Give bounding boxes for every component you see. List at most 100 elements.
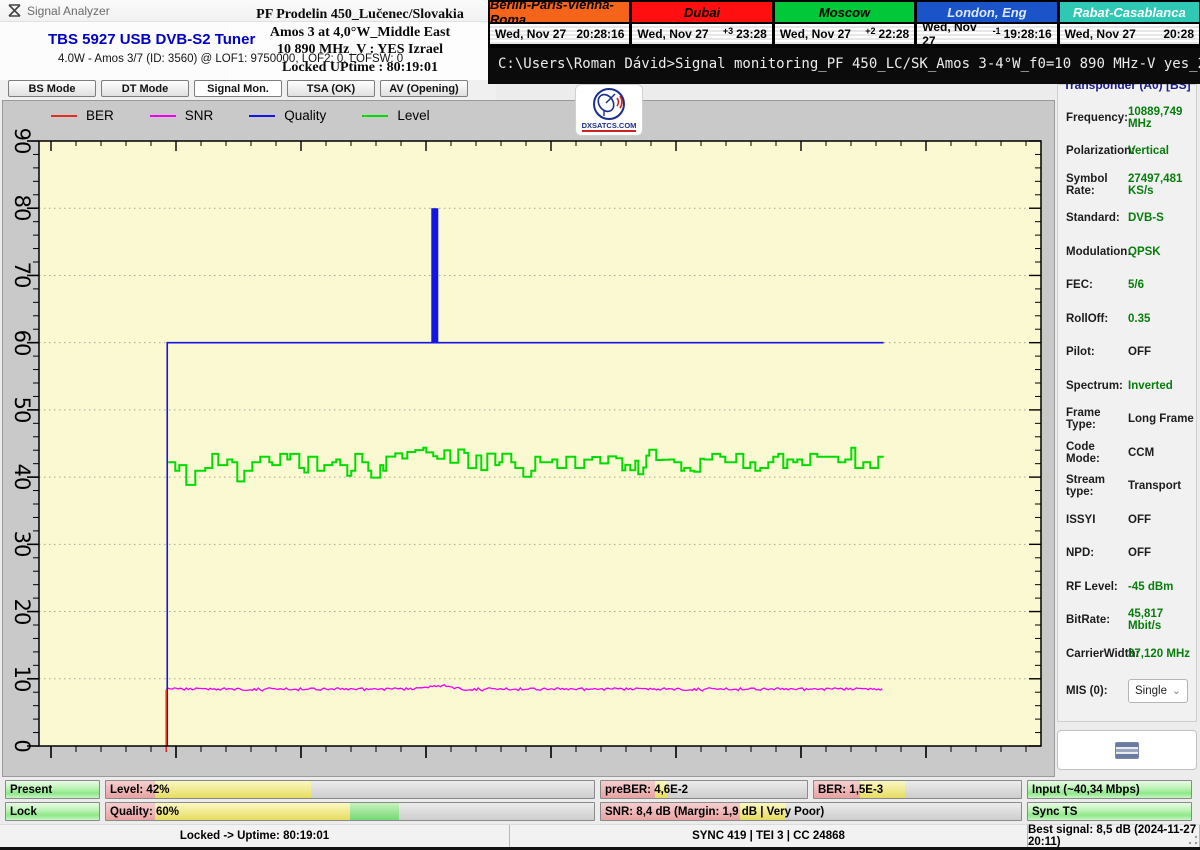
transponder-row-frequency: Frequency:10889,749 MHz [1066, 101, 1194, 135]
param-label: Spectrum: [1066, 380, 1128, 392]
transponder-row-npd: NPD:OFF [1066, 537, 1194, 571]
clock-dubai: DubaiWed, Nov 27+323:28 [630, 0, 772, 48]
resize-grip[interactable] [1188, 835, 1198, 845]
param-label: Polarization: [1066, 145, 1128, 157]
clock-time-value: +222:28 [865, 27, 909, 41]
legend-item-quality: Quality [249, 108, 326, 123]
param-value: DVB-S [1128, 212, 1164, 224]
status-lock-uptime: Locked -> Uptime: 80:19:01 [0, 825, 510, 847]
param-label: Standard: [1066, 212, 1128, 224]
world-clocks: Berlin-Paris-Vienna-RomaWed, Nov 2720:28… [488, 0, 1200, 48]
stream-info-button[interactable] [1057, 730, 1197, 770]
param-value: OFF [1128, 547, 1151, 559]
param-label: Pilot: [1066, 346, 1128, 358]
clock-london-eng: London, EngWed, Nov 27-119:28:16 [915, 0, 1057, 48]
indicator-input-40-34-mbps: Input (~40,34 Mbps) [1027, 780, 1192, 799]
clock-date: Wed, Nov 27 [922, 20, 992, 48]
clock-city-label: Dubai [632, 2, 771, 24]
y-tick-40: 40 [11, 462, 33, 492]
dxsatcs-logo: DXSATCS.COM [575, 84, 643, 136]
status-best-signal: Best signal: 8,5 dB (2024-11-27 20:11) [1028, 825, 1200, 847]
y-tick-30: 30 [11, 529, 33, 559]
signal-chart [3, 101, 1054, 776]
transponder-row-fec: FEC:5/6 [1066, 269, 1194, 303]
param-label: ISSYI [1066, 514, 1128, 526]
param-value: -45 dBm [1128, 581, 1173, 593]
tab-signal-mon[interactable]: Signal Mon. [194, 80, 282, 97]
param-value: OFF [1128, 514, 1151, 526]
transponder-row-stream-type: Stream type:Transport [1066, 470, 1194, 504]
param-label: Frequency: [1066, 112, 1128, 124]
mis-label: MIS (0): [1066, 685, 1128, 697]
utc-offset: +2 [865, 26, 875, 36]
time-text: 20:28 [1163, 27, 1194, 41]
param-value: CCM [1128, 447, 1154, 459]
transponder-row-standard: Standard:DVB-S [1066, 202, 1194, 236]
tuner-header: TBS 5927 USB DVB-S2 Tuner 4.0W - Amos 3/… [0, 22, 488, 80]
transponder-row-rolloff: RollOff:0.35 [1066, 302, 1194, 336]
param-value: 27497,481 KS/s [1128, 173, 1194, 197]
site-line-1: PF Prodelin 450_Lučenec/Slovakia [232, 6, 488, 24]
indicator-sync-ts: Sync TS [1027, 802, 1192, 821]
param-label: BitRate: [1066, 614, 1128, 626]
y-tick-0: 0 [11, 731, 33, 761]
clock-city-label: Moscow [775, 2, 914, 24]
transponder-row-modulation: Modulation:QPSK [1066, 235, 1194, 269]
app-icon [8, 4, 21, 17]
transponder-row-spectrum: Spectrum:Inverted [1066, 369, 1194, 403]
legend-swatch [51, 115, 77, 117]
indicator-row-1: PresentLevel: 42%preBER: 4,6E-2BER: 1,5E… [5, 780, 1192, 799]
param-value: 45,817 Mbit/s [1128, 608, 1194, 632]
meter-label: SNR: 8,4 dB (Margin: 1,9 dB | Very Poor) [605, 803, 824, 820]
indicator-row-2: Lock Quality: 60% SNR: 8,4 dB (Margin: 1,9… [5, 802, 1192, 821]
legend-swatch [249, 115, 275, 117]
mis-select[interactable]: Single ⌄ [1128, 679, 1188, 703]
clock-time: Wed, Nov 27 20:28:16 [490, 24, 629, 44]
param-label: Code Mode: [1066, 441, 1128, 465]
y-tick-90: 90 [11, 126, 33, 156]
transponder-row-carrierwidth: CarrierWidth:37,120 MHz [1066, 637, 1194, 671]
y-tick-20: 20 [11, 597, 33, 627]
mis-row: MIS (0): Single ⌄ [1066, 679, 1188, 703]
indicator-lock: Lock [5, 802, 100, 821]
clock-date: Wed, Nov 27 [780, 27, 851, 41]
tab-tsa-ok[interactable]: TSA (OK) [287, 80, 375, 97]
mis-value: Single [1135, 685, 1167, 697]
tab-av-opening[interactable]: AV (Opening) [380, 80, 468, 97]
clock-date: Wed, Nov 27 [637, 27, 708, 41]
terminal-window[interactable]: Berlin-Paris-Vienna-RomaWed, Nov 2720:28… [488, 0, 1200, 84]
clock-date: Wed, Nov 27 [495, 27, 566, 41]
param-label: RF Level: [1066, 581, 1128, 593]
meter-preber: preBER: 4,6E-2 [600, 780, 808, 799]
y-tick-60: 60 [11, 328, 33, 358]
meter-ber: BER: 1,5E-3 [813, 780, 1022, 799]
transponder-row-frame-type: Frame Type:Long Frame [1066, 403, 1194, 437]
transponder-row-polarization: Polarization:Vertical [1066, 135, 1194, 169]
param-label: FEC: [1066, 279, 1128, 291]
y-tick-80: 80 [11, 193, 33, 223]
clock-time-value: -119:28:16 [993, 27, 1052, 41]
y-tick-50: 50 [11, 395, 33, 425]
utc-offset: +3 [723, 26, 733, 36]
transponder-row-pilot: Pilot:OFF [1066, 336, 1194, 370]
param-value: 5/6 [1128, 279, 1144, 291]
meter-label: preBER: 4,6E-2 [605, 781, 688, 798]
site-line-3: 10 890 MHz_V : YES Izrael [232, 41, 488, 59]
legend-item-ber: BER [51, 108, 114, 123]
chevron-down-icon: ⌄ [1172, 686, 1181, 696]
logo-text: DXSATCS.COM [582, 121, 637, 132]
meter-quality: Quality: 60% [105, 802, 595, 821]
time-text: 20:28:16 [576, 27, 624, 41]
transponder-row-issyi: ISSYIOFF [1066, 503, 1194, 537]
tab-dt-mode[interactable]: DT Mode [101, 80, 189, 97]
site-info: PF Prodelin 450_Lučenec/Slovakia Amos 3 … [232, 6, 488, 76]
transponder-row-rf-level: RF Level:-45 dBm [1066, 570, 1194, 604]
satellite-dish-icon [592, 87, 626, 121]
param-value: 0.35 [1128, 313, 1150, 325]
signal-chart-panel: BERSNRQualityLevel 0102030405060708090 [2, 100, 1055, 777]
transponder-rows: Frequency:10889,749 MHzPolarization:Vert… [1066, 101, 1194, 671]
legend-label: BER [86, 108, 114, 123]
param-value: Transport [1128, 480, 1181, 492]
tab-bs-mode[interactable]: BS Mode [8, 80, 96, 97]
param-value: Vertical [1128, 145, 1169, 157]
